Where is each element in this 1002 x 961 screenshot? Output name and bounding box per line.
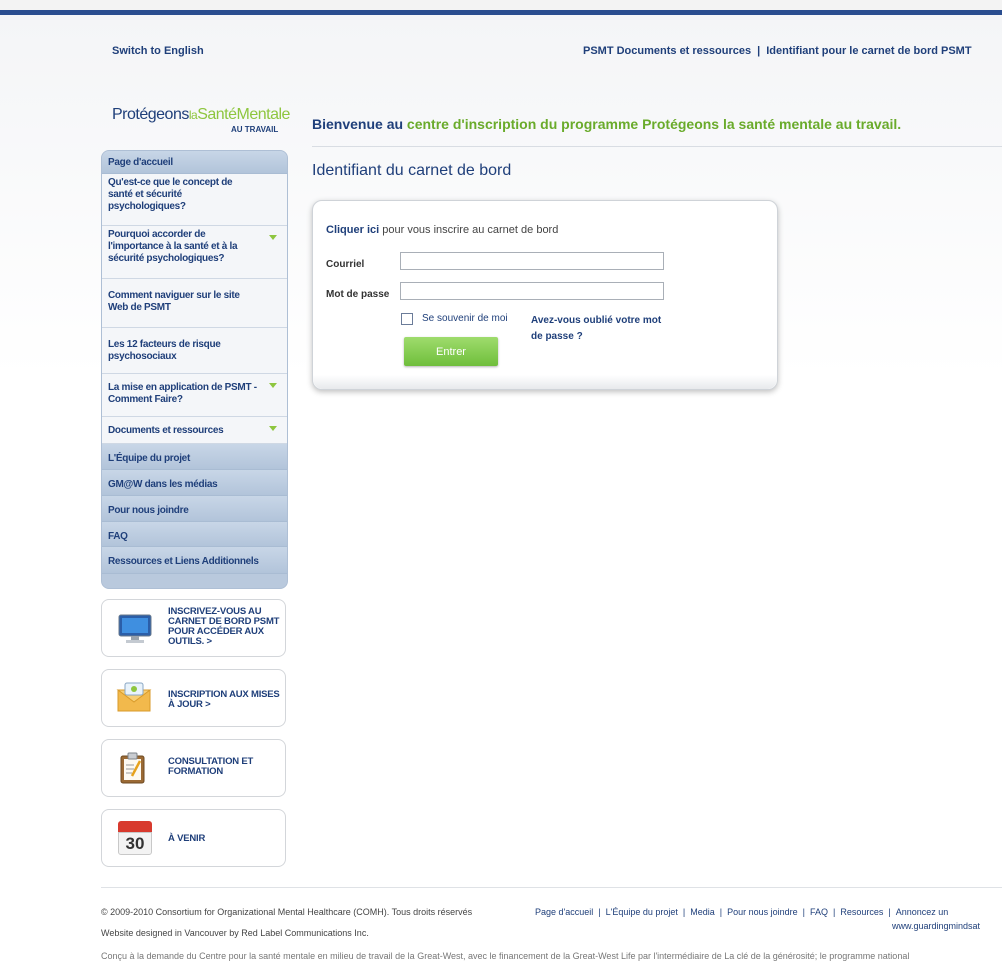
sidebar-item-label: La mise en application de PSMT - Comment… [108,382,257,405]
logo-part-3: SantéMentale [197,106,290,123]
sidebar-item-faq[interactable]: FAQ [102,522,287,547]
login-link[interactable]: Identifiant pour le carnet de bord PSMT [766,45,971,57]
calendar-header [118,821,152,832]
sidebar-item-documents[interactable]: Documents et ressources [102,417,287,444]
password-label: Mot de passe [326,289,390,300]
footer-site-link[interactable]: www.guardingmindsat [892,921,980,931]
monitor-icon [118,614,152,643]
footer-separator: | [888,907,891,917]
register-link[interactable]: Cliquer ici [326,224,379,236]
calendar-day: 30 [118,832,152,855]
promo-register-label: INSCRIVEZ-VOUS AU CARNET DE BORD PSMT PO… [168,606,280,647]
welcome-prefix: Bienvenue au [312,116,404,132]
chevron-down-icon [269,235,277,240]
promo-upcoming[interactable]: 30 À VENIR [101,809,286,867]
calendar-icon: 30 [118,821,152,855]
footer-divider [101,887,1002,888]
footer-funding-note: Conçu à la demande du Centre pour la san… [101,951,910,961]
login-panel-shade [313,375,777,389]
switch-language-link[interactable]: Switch to English [112,45,204,57]
sidebar-item-implementation[interactable]: La mise en application de PSMT - Comment… [102,374,287,417]
site-logo[interactable]: ProtégeonslaSantéMentale [112,106,290,124]
sidebar-item-team[interactable]: L'Équipe du projet [102,444,287,470]
chevron-down-icon [269,426,277,431]
sidebar-item-label: L'Équipe du projet [108,453,190,464]
promo-updates-label: INSCRIPTION AUX MISES À JOUR > [168,689,280,710]
clipboard-icon [120,752,145,784]
sidebar-item-contact[interactable]: Pour nous joindre [102,496,287,522]
promo-consulting[interactable]: CONSULTATION ET FORMATION [101,739,286,797]
remember-me-label[interactable]: Se souvenir de moi [422,313,508,324]
sidebar-item-label: GM@W dans les médias [108,479,218,490]
sidebar-item-risk-factors[interactable]: Les 12 facteurs de risque psychosociaux [102,328,287,374]
footer-link-home[interactable]: Page d'accueil [535,907,593,917]
footer-link-advertise[interactable]: Annoncez un [896,907,949,917]
logo-subtitle: AU TRAVAIL [231,125,279,134]
sidebar-item-home[interactable]: Page d'accueil [102,151,287,174]
register-text: pour vous inscrire au carnet de bord [379,224,559,236]
promo-upcoming-label: À VENIR [168,833,206,844]
remember-me-checkbox[interactable] [401,313,413,325]
email-label: Courriel [326,259,365,270]
sidebar-item-label: Comment naviguer sur le site Web de PSMT [108,290,240,313]
sidebar-item-label: FAQ [108,531,128,542]
footer-separator: | [719,907,723,917]
footer-link-faq[interactable]: FAQ [810,907,828,917]
envelope-icon [116,682,152,712]
footer-separator: | [598,907,601,917]
sidebar-item-concept[interactable]: Qu'est-ce que le concept de santé et séc… [102,174,287,226]
welcome-highlight: centre d'inscription du programme Protég… [406,116,902,132]
chevron-down-icon [269,383,277,388]
promo-updates[interactable]: INSCRIPTION AUX MISES À JOUR > [101,669,286,727]
register-line: Cliquer ici pour vous inscrire au carnet… [326,224,558,236]
logo-part-2: la [188,108,198,122]
welcome-heading: Bienvenue au centre d'inscription du pro… [312,116,901,132]
sidebar-item-media[interactable]: GM@W dans les médias [102,470,287,496]
sidebar-item-label: Documents et ressources [108,425,224,436]
header-links: PSMT Documents et ressources | Identifiant… [583,45,972,57]
sidebar-item-label: Page d'accueil [108,157,173,168]
email-field[interactable] [400,252,664,270]
sidebar-item-label: Les 12 facteurs de risque psychosociaux [108,339,221,362]
sidebar-item-label: Pourquoi accorder de l'importance à la s… [108,229,238,264]
footer-links: Page d'accueil | L'Équipe du projet | Media |… [535,907,948,917]
sidebar-item-why[interactable]: Pourquoi accorder de l'importance à la s… [102,226,287,279]
page-title: Identifiant du carnet de bord [312,162,512,179]
password-field[interactable] [400,282,664,300]
sidebar-nav: Page d'accueil Qu'est-ce que le concept … [101,150,288,589]
footer-link-team[interactable]: L'Équipe du projet [606,907,678,917]
sidebar-item-navigate[interactable]: Comment naviguer sur le site Web de PSMT [102,279,287,328]
promo-register-dashboard[interactable]: INSCRIVEZ-VOUS AU CARNET DE BORD PSMT PO… [101,599,286,657]
footer-separator: | [802,907,805,917]
sidebar-item-label: Ressources et Liens Additionnels [108,556,259,567]
sidebar-item-resources[interactable]: Ressources et Liens Additionnels [102,547,287,574]
footer-separator: | [833,907,836,917]
footer-design-credit: Website designed in Vancouver by Red Lab… [101,928,369,938]
welcome-divider [312,146,1002,147]
footer-copyright: © 2009-2010 Consortium for Organizationa… [101,907,473,917]
documents-resources-link[interactable]: PSMT Documents et ressources [583,45,751,57]
footer-link-resources[interactable]: Resources [840,907,883,917]
footer-link-contact[interactable]: Pour nous joindre [727,907,798,917]
footer-separator: | [682,907,686,917]
sidebar-item-label: Qu'est-ce que le concept de santé et séc… [108,177,233,212]
footer-link-media[interactable]: Media [690,907,715,917]
logo-part-1: Protégeons [112,106,189,123]
forgot-password-link[interactable]: Avez-vous oublié votre mot de passe ? [531,313,671,345]
sidebar-item-label: Pour nous joindre [108,505,189,516]
header-separator: | [757,45,761,57]
submit-button[interactable]: Entrer [404,337,498,366]
login-panel: Cliquer ici pour vous inscrire au carnet… [312,200,778,390]
promo-consulting-label: CONSULTATION ET FORMATION [168,756,254,777]
